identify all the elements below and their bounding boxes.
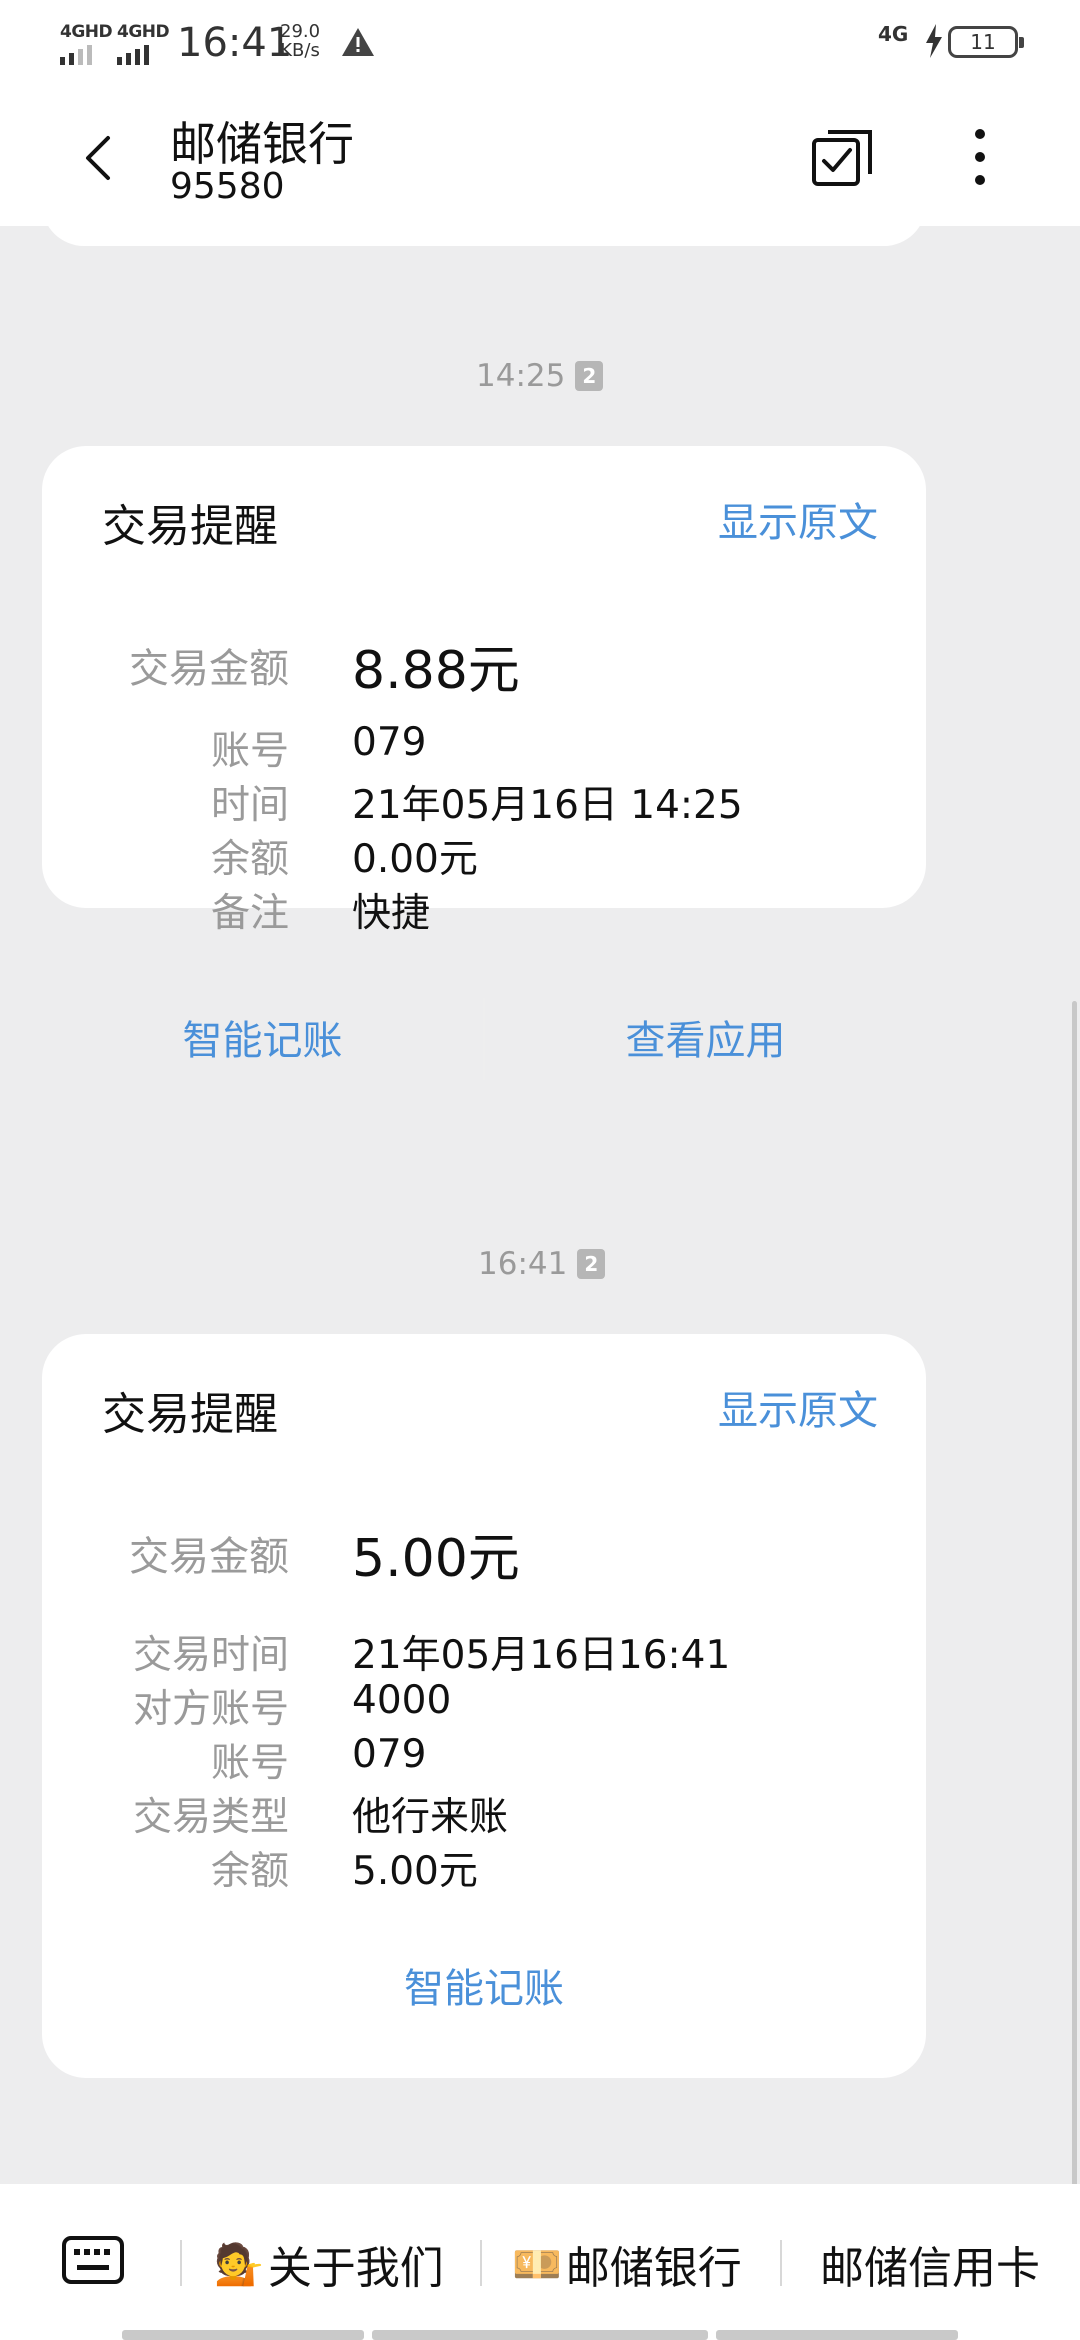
amount-value: 8.88元 xyxy=(352,641,520,701)
timestamp-text: 16:41 xyxy=(478,1246,568,1282)
speed-value: 29.0 xyxy=(280,21,321,42)
message-timestamp: 14:25 2 xyxy=(476,358,604,394)
detail-key: 余额 xyxy=(210,1849,289,1894)
recent-app-tab xyxy=(122,2330,364,2340)
detail-key: 时间 xyxy=(210,783,289,828)
network-type: 4G xyxy=(878,22,909,46)
contact-number: 95580 xyxy=(170,166,285,207)
detail-key: 交易类型 xyxy=(132,1795,289,1840)
card-title: 交易提醒 xyxy=(102,1389,278,1440)
speed-unit: KB/s xyxy=(280,40,320,61)
message-list[interactable]: 14:25 2 交易提醒 显示原文 交易金额 8.88元 账号 079 时间 2… xyxy=(0,226,1080,2184)
detail-key: 账号 xyxy=(210,1741,289,1786)
detail-row: 备注 快捷 xyxy=(42,882,926,936)
detail-row: 余额 0.00元 xyxy=(42,828,926,882)
amount-value: 5.00元 xyxy=(352,1529,520,1589)
menu-divider xyxy=(780,2240,782,2286)
battery-indicator: 11 xyxy=(948,26,1024,58)
detail-value: 0.00元 xyxy=(352,837,478,882)
more-options-icon[interactable] xyxy=(945,122,1015,192)
sim-badge: 2 xyxy=(577,1249,606,1279)
sim1-signal: 4GHD xyxy=(60,22,113,65)
detail-value: 快捷 xyxy=(352,891,431,936)
detail-row: 时间 21年05月16日 14:25 xyxy=(42,774,926,828)
detail-key: 交易时间 xyxy=(132,1633,289,1678)
smart-bookkeeping-button[interactable]: 智能记账 xyxy=(42,1008,483,1066)
detail-row: 账号 079 xyxy=(42,1732,926,1786)
view-app-button[interactable]: 查看应用 xyxy=(485,1008,926,1066)
multi-select-icon[interactable] xyxy=(808,122,878,192)
status-time: 16:41 xyxy=(177,20,293,66)
service-menu-bar: 💁 关于我们 💴 邮储银行 邮储信用卡 xyxy=(0,2184,1080,2340)
detail-value: 他行来账 xyxy=(352,1795,509,1840)
detail-key: 对方账号 xyxy=(132,1687,289,1732)
menu-about-us[interactable]: 💁 关于我们 xyxy=(214,2232,444,2296)
keyboard-icon[interactable] xyxy=(62,2236,124,2284)
menu-label: 关于我们 xyxy=(267,2243,444,2294)
detail-row: 余额 5.00元 xyxy=(42,1840,926,1894)
detail-row: 对方账号 4000 xyxy=(42,1678,926,1732)
warning-icon xyxy=(342,28,374,56)
detail-key: 余额 xyxy=(210,837,289,882)
menu-divider xyxy=(180,2240,182,2286)
card-title: 交易提醒 xyxy=(102,501,278,552)
detail-row: 交易类型 他行来账 xyxy=(42,1786,926,1840)
banknote-icon: 💴 xyxy=(512,2241,562,2288)
menu-credit-card[interactable]: 邮储信用卡 xyxy=(820,2232,1040,2296)
sim2-signal: 4GHD xyxy=(117,22,170,65)
message-timestamp: 16:41 2 xyxy=(478,1246,606,1282)
detail-row: 交易时间 21年05月16日16:41 xyxy=(42,1624,926,1678)
detail-value: 4000 xyxy=(352,1678,452,1723)
sim-badge: 2 xyxy=(575,361,604,391)
sim2-label: 4GHD xyxy=(117,22,170,42)
menu-label: 邮储银行 xyxy=(565,2243,742,2294)
detail-value: 21年05月16日 14:25 xyxy=(352,783,743,828)
message-card[interactable]: 交易提醒 显示原文 交易金额 5.00元 交易时间 21年05月16日16:41… xyxy=(42,1334,926,2078)
recent-app-tab xyxy=(372,2330,708,2340)
detail-value: 079 xyxy=(352,1732,427,1777)
menu-divider xyxy=(480,2240,482,2286)
conversation-header: 邮储银行 95580 xyxy=(0,86,1080,226)
message-card[interactable]: 交易提醒 显示原文 交易金额 8.88元 账号 079 时间 21年05月16日… xyxy=(42,446,926,1080)
recent-app-tab xyxy=(716,2330,958,2340)
status-bar: 4GHD 4GHD 16:41 29.0 KB/s 4G 11 xyxy=(0,0,1080,86)
person-tipping-hand-icon: 💁 xyxy=(214,2241,264,2288)
previous-message-card xyxy=(42,226,926,246)
detail-key: 备注 xyxy=(210,891,289,936)
detail-row: 账号 079 xyxy=(42,720,926,774)
amount-label: 交易金额 xyxy=(129,1534,289,1580)
network-speed: 29.0 KB/s xyxy=(280,22,320,60)
detail-key: 账号 xyxy=(210,729,289,774)
sim1-label: 4GHD xyxy=(60,22,113,42)
charging-icon xyxy=(926,24,942,58)
menu-label: 邮储信用卡 xyxy=(820,2243,1040,2294)
scrollbar[interactable] xyxy=(1072,1001,1077,2184)
menu-postal-bank[interactable]: 💴 邮储银行 xyxy=(512,2232,742,2296)
detail-value: 21年05月16日16:41 xyxy=(352,1633,731,1678)
contact-name: 邮储银行 xyxy=(170,117,354,171)
detail-value: 5.00元 xyxy=(352,1849,478,1894)
show-original-link[interactable]: 显示原文 xyxy=(718,490,878,548)
show-original-link[interactable]: 显示原文 xyxy=(718,1378,878,1436)
smart-bookkeeping-button[interactable]: 智能记账 xyxy=(42,1956,926,2014)
amount-label: 交易金额 xyxy=(129,646,289,692)
timestamp-text: 14:25 xyxy=(476,358,566,394)
detail-value: 079 xyxy=(352,720,427,765)
back-arrow-icon[interactable] xyxy=(70,128,130,188)
